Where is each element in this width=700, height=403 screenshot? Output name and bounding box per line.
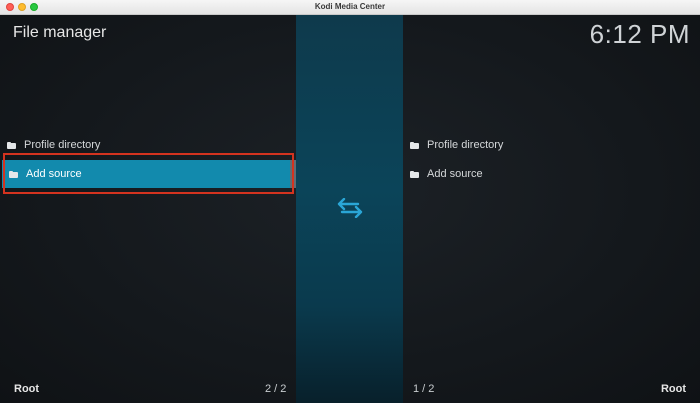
folder-icon [7, 141, 16, 149]
left-pane: Profile directory Add source Root 2 / 2 [0, 15, 296, 403]
right-page-count: 1 / 2 [413, 383, 435, 395]
item-label: Add source [26, 168, 82, 180]
folder-icon [410, 170, 419, 178]
window-titlebar: Kodi Media Center [0, 0, 700, 15]
item-label: Profile directory [24, 139, 101, 151]
folder-icon [410, 141, 419, 149]
left-item-add-source[interactable]: Add source [2, 160, 290, 188]
right-footer-root-label: Root [660, 383, 686, 395]
right-item-profile-directory[interactable]: Profile directory [403, 131, 691, 159]
item-label: Profile directory [427, 139, 504, 151]
window-title: Kodi Media Center [314, 2, 386, 11]
right-item-add-source[interactable]: Add source [403, 160, 691, 188]
left-footer-root-label: Root [14, 383, 40, 395]
folder-icon [9, 170, 18, 178]
item-label: Add source [427, 168, 483, 180]
scrollbar[interactable] [290, 160, 296, 188]
kodi-app: File manager 6:12 PM Profile directory A… [0, 15, 700, 403]
left-item-profile-directory[interactable]: Profile directory [0, 131, 288, 159]
right-pane: Profile directory Add source 1 / 2 Root [403, 15, 700, 403]
left-page-count: 2 / 2 [265, 383, 287, 395]
swap-arrows-icon[interactable] [336, 198, 364, 218]
